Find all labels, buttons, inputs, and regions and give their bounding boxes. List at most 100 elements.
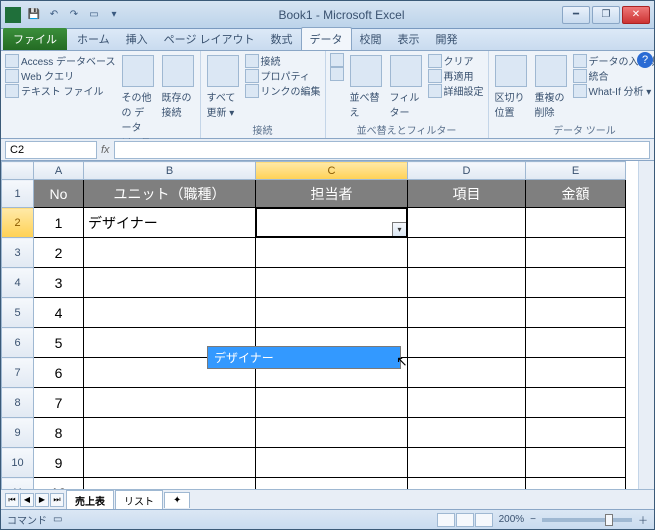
connections-button[interactable]: 接続 bbox=[245, 53, 321, 68]
cell-A11[interactable]: 10 bbox=[34, 478, 84, 490]
rowhead-4[interactable]: 4 bbox=[2, 268, 34, 298]
cell-E4[interactable] bbox=[526, 268, 626, 298]
cell-D9[interactable] bbox=[408, 418, 526, 448]
cell-A8[interactable]: 7 bbox=[34, 388, 84, 418]
rowhead-11[interactable]: 11 bbox=[2, 478, 34, 490]
cell-D11[interactable] bbox=[408, 478, 526, 490]
tab-home[interactable]: ホーム bbox=[69, 28, 118, 50]
cell-A9[interactable]: 8 bbox=[34, 418, 84, 448]
layout-view-button[interactable] bbox=[456, 513, 474, 527]
cell-B10[interactable] bbox=[84, 448, 256, 478]
edit-links-button[interactable]: リンクの編集 bbox=[245, 83, 321, 98]
cell-C9[interactable] bbox=[256, 418, 408, 448]
advanced-button[interactable]: 詳細設定 bbox=[428, 83, 484, 98]
cell-B9[interactable] bbox=[84, 418, 256, 448]
col-C[interactable]: C bbox=[256, 162, 408, 180]
cell-E5[interactable] bbox=[526, 298, 626, 328]
cell-E8[interactable] bbox=[526, 388, 626, 418]
close-button[interactable]: ✕ bbox=[622, 6, 650, 24]
zoom-out-button[interactable]: − bbox=[530, 514, 536, 525]
qat-item[interactable]: ▭ bbox=[85, 6, 103, 24]
save-icon[interactable]: 💾 bbox=[25, 6, 43, 24]
cell-B5[interactable] bbox=[84, 298, 256, 328]
reapply-button[interactable]: 再適用 bbox=[428, 68, 484, 83]
cell-A5[interactable]: 4 bbox=[34, 298, 84, 328]
validation-dropdown[interactable]: デザイナー bbox=[207, 346, 401, 369]
web-query-button[interactable]: Web クエリ bbox=[5, 68, 116, 83]
cell-A2[interactable]: 1 bbox=[34, 208, 84, 238]
existing-conn-button[interactable]: 既存の 接続 bbox=[160, 53, 196, 121]
rowhead-7[interactable]: 7 bbox=[2, 358, 34, 388]
cell-A7[interactable]: 6 bbox=[34, 358, 84, 388]
normal-view-button[interactable] bbox=[437, 513, 455, 527]
col-E[interactable]: E bbox=[526, 162, 626, 180]
header-person[interactable]: 担当者 bbox=[256, 180, 408, 208]
sheet-tab-2[interactable]: リスト bbox=[115, 490, 163, 510]
cell-E2[interactable] bbox=[526, 208, 626, 238]
sort-asc-button[interactable] bbox=[330, 53, 344, 67]
remove-dup-button[interactable]: 重複の 削除 bbox=[533, 53, 569, 121]
cell-B2[interactable]: デザイナー bbox=[84, 208, 256, 238]
formula-bar[interactable] bbox=[114, 141, 650, 159]
tab-insert[interactable]: 挿入 bbox=[118, 28, 156, 50]
fx-icon[interactable]: fx bbox=[101, 144, 110, 156]
text-to-cols-button[interactable]: 区切り位置 bbox=[493, 53, 529, 121]
zoom-level[interactable]: 200% bbox=[499, 514, 525, 525]
sort-desc-button[interactable] bbox=[330, 67, 344, 81]
cell-C11[interactable] bbox=[256, 478, 408, 490]
zoom-slider[interactable] bbox=[542, 518, 632, 522]
properties-button[interactable]: プロパティ bbox=[245, 68, 321, 83]
tab-formulas[interactable]: 数式 bbox=[263, 28, 301, 50]
redo-icon[interactable]: ↷ bbox=[65, 6, 83, 24]
name-box[interactable]: C2 bbox=[5, 141, 97, 159]
refresh-all-button[interactable]: すべて 更新 ▾ bbox=[205, 53, 241, 121]
pagebreak-view-button[interactable] bbox=[475, 513, 493, 527]
sort-button[interactable]: 並べ替え bbox=[348, 53, 384, 121]
text-file-button[interactable]: テキスト ファイル bbox=[5, 83, 116, 98]
rowhead-3[interactable]: 3 bbox=[2, 238, 34, 268]
cell-D8[interactable] bbox=[408, 388, 526, 418]
clear-button[interactable]: クリア bbox=[428, 53, 484, 68]
undo-icon[interactable]: ↶ bbox=[45, 6, 63, 24]
cell-B11[interactable] bbox=[84, 478, 256, 490]
filter-button[interactable]: フィルター bbox=[388, 53, 424, 121]
cell-C4[interactable] bbox=[256, 268, 408, 298]
prev-sheet-button[interactable]: ◀ bbox=[20, 493, 34, 507]
last-sheet-button[interactable]: ⏭ bbox=[50, 493, 64, 507]
zoom-thumb[interactable] bbox=[605, 514, 613, 526]
cell-E9[interactable] bbox=[526, 418, 626, 448]
cell-E6[interactable] bbox=[526, 328, 626, 358]
help-button[interactable]: ? bbox=[637, 52, 653, 68]
file-tab[interactable]: ファイル bbox=[3, 28, 67, 50]
dropdown-option[interactable]: デザイナー bbox=[208, 347, 400, 368]
whatif-button[interactable]: What-If 分析 ▾ bbox=[573, 83, 655, 98]
next-sheet-button[interactable]: ▶ bbox=[35, 493, 49, 507]
cell-B4[interactable] bbox=[84, 268, 256, 298]
cell-E11[interactable] bbox=[526, 478, 626, 490]
cell-D3[interactable] bbox=[408, 238, 526, 268]
header-unit[interactable]: ユニット（職種） bbox=[84, 180, 256, 208]
cell-A10[interactable]: 9 bbox=[34, 448, 84, 478]
cell-D4[interactable] bbox=[408, 268, 526, 298]
cell-E10[interactable] bbox=[526, 448, 626, 478]
rowhead-2[interactable]: 2 bbox=[2, 208, 34, 238]
tab-data[interactable]: データ bbox=[301, 27, 352, 50]
rowhead-8[interactable]: 8 bbox=[2, 388, 34, 418]
tab-layout[interactable]: ページ レイアウト bbox=[156, 28, 263, 50]
cell-C5[interactable] bbox=[256, 298, 408, 328]
tab-review[interactable]: 校閲 bbox=[352, 28, 390, 50]
vertical-scrollbar[interactable] bbox=[638, 161, 654, 489]
rowhead-5[interactable]: 5 bbox=[2, 298, 34, 328]
cell-A6[interactable]: 5 bbox=[34, 328, 84, 358]
rowhead-9[interactable]: 9 bbox=[2, 418, 34, 448]
dropdown-button[interactable]: ▾ bbox=[392, 222, 407, 237]
cell-B3[interactable] bbox=[84, 238, 256, 268]
rowhead-1[interactable]: 1 bbox=[2, 180, 34, 208]
rowhead-6[interactable]: 6 bbox=[2, 328, 34, 358]
col-D[interactable]: D bbox=[408, 162, 526, 180]
cell-B8[interactable] bbox=[84, 388, 256, 418]
cell-C10[interactable] bbox=[256, 448, 408, 478]
cell-E3[interactable] bbox=[526, 238, 626, 268]
header-amount[interactable]: 金額 bbox=[526, 180, 626, 208]
zoom-in-button[interactable]: ＋ bbox=[638, 512, 648, 527]
